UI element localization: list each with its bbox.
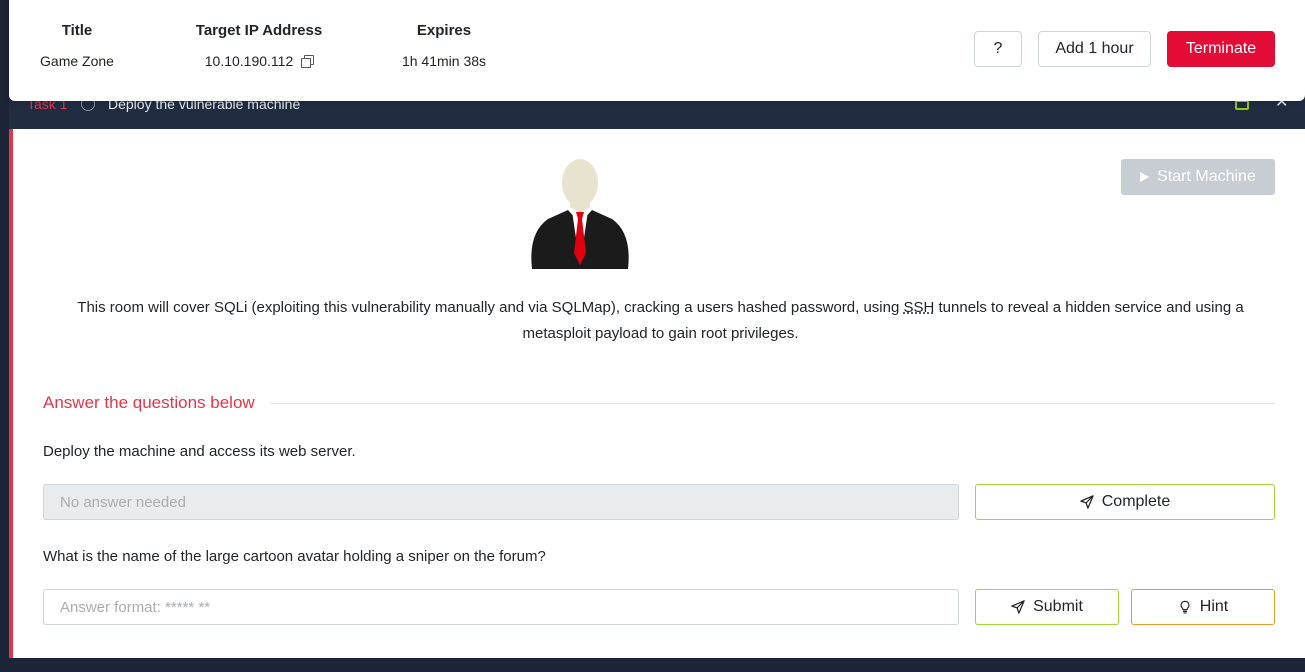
page-bottom-edge [0, 658, 1305, 672]
complete-label: Complete [1101, 493, 1171, 510]
play-icon [1140, 172, 1150, 182]
ssh-abbreviation: SSH [903, 299, 935, 316]
heading-divider [270, 403, 1275, 404]
add-hour-button[interactable]: Add 1 hour [1038, 31, 1151, 67]
machine-title-column: Title Game Zone [39, 22, 115, 69]
task-description: This room will cover SQLi (exploiting th… [43, 295, 1278, 347]
room-avatar-image [531, 159, 629, 269]
send-icon [1080, 495, 1094, 509]
target-ip-row: 10.10.190.112 [189, 53, 329, 69]
start-machine-button[interactable]: Start Machine [1121, 159, 1275, 195]
submit-label: Submit [1033, 598, 1083, 615]
expires-label: Expires [416, 22, 472, 39]
copy-icon[interactable] [301, 55, 315, 68]
question-2-answer-field[interactable] [43, 589, 959, 625]
question-1-answer-field [43, 484, 959, 520]
description-pre: This room will cover SQLi (exploiting th… [77, 299, 904, 316]
target-ip-label: Target IP Address [195, 22, 323, 39]
target-ip-column: Target IP Address 10.10.190.112 [189, 22, 329, 69]
task-body: Start Machine This room will cover SQLi … [9, 129, 1305, 658]
machine-title-label: Title [61, 22, 93, 39]
hint-button[interactable]: Hint [1131, 589, 1275, 625]
hint-label: Hint [1199, 598, 1229, 615]
complete-button[interactable]: Complete [975, 484, 1275, 520]
expires-value: 1h 41min 38s [401, 53, 487, 69]
send-icon [1011, 600, 1025, 614]
question-2-text: What is the name of the large cartoon av… [43, 548, 546, 565]
answer-heading: Answer the questions below [43, 393, 255, 412]
machine-title-value: Game Zone [40, 53, 114, 69]
help-button[interactable]: ? [974, 31, 1022, 67]
target-ip-value: 10.10.190.112 [204, 53, 294, 69]
submit-button[interactable]: Submit [975, 589, 1119, 625]
terminate-button[interactable]: Terminate [1167, 31, 1275, 67]
start-machine-label: Start Machine [1157, 168, 1256, 185]
lightbulb-icon [1180, 600, 1190, 614]
machine-info-panel: Title Game Zone Target IP Address 10.10.… [9, 0, 1305, 101]
page-left-edge [0, 0, 9, 672]
expires-column: Expires 1h 41min 38s [394, 22, 494, 69]
task-completion-icon [1235, 100, 1249, 110]
question-1-text: Deploy the machine and access its web se… [43, 443, 356, 460]
